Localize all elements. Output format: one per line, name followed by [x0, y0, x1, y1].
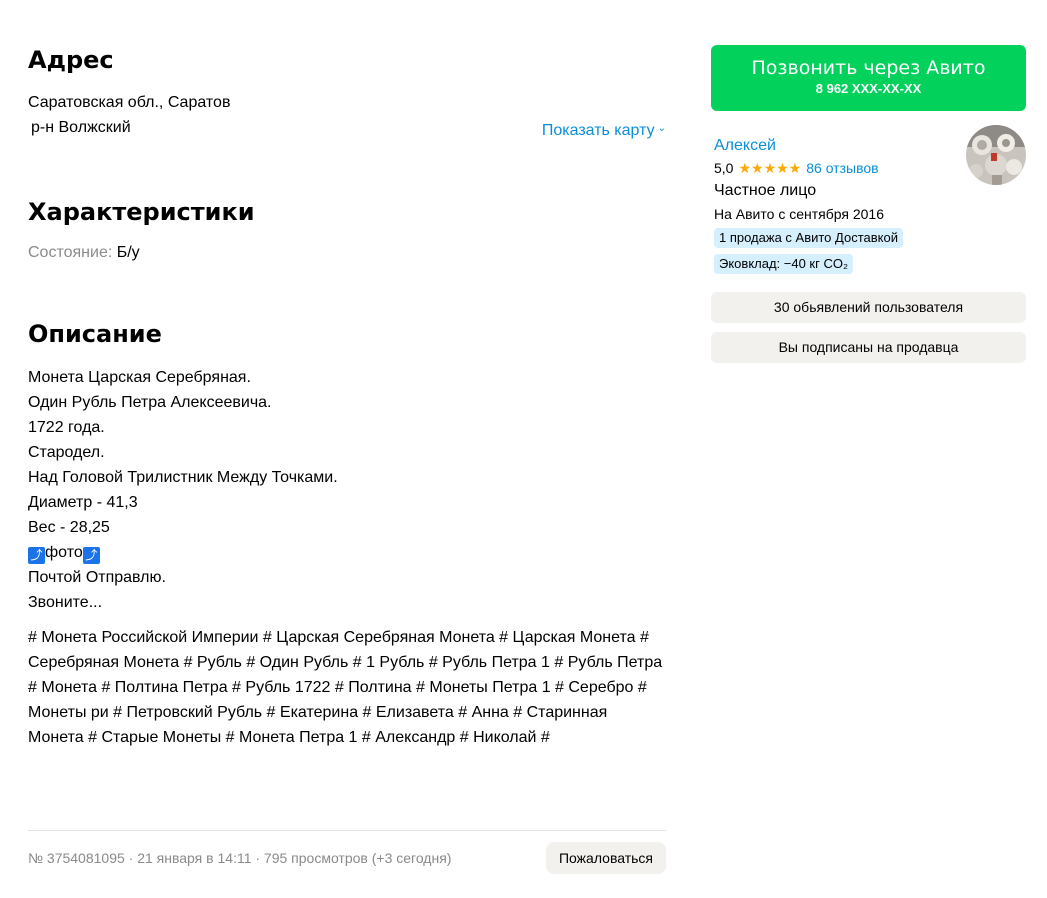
delivery-badge: 1 продажа с Авито Доставкой — [714, 228, 903, 248]
description-line: Диаметр - 41,3 — [28, 494, 138, 511]
characteristics-title: Характеристики — [28, 198, 255, 226]
seller-sidebar: Позвонить через Авито 8 962 XXX-XX-XX Ал… — [711, 45, 1026, 363]
description-line: Над Головой Трилистник Между Точками. — [28, 469, 338, 486]
description-line: Один Рубль Петра Алексеевича. — [28, 394, 272, 411]
seller-rating: 5,0 ★★★★★ 86 отзывов — [714, 158, 879, 178]
condition-row: Состояние: Б/у — [28, 243, 140, 263]
seller-since: На Авито с сентября 2016 — [714, 206, 884, 222]
call-button-phone: 8 962 XXX-XX-XX — [815, 81, 922, 96]
seller-listings-button[interactable]: 30 обьявлений пользователя — [711, 292, 1026, 323]
description-line: Монета Царская Серебряная. — [28, 369, 251, 386]
show-map-link[interactable]: Показать карту ⌄ — [542, 121, 666, 141]
condition-label: Состояние: — [28, 244, 113, 261]
description-tags: # Монета Российской Империи # Царская Се… — [28, 629, 663, 746]
address-title: Адрес — [28, 46, 114, 74]
seller-card: Алексей 5,0 ★★★★★ 86 отзывов Частное лиц… — [711, 125, 1026, 286]
description-body: Монета Царская Серебряная. Один Рубль Пе… — [28, 365, 666, 615]
chevron-down-icon: ⌄ — [657, 123, 666, 134]
seller-type: Частное лицо — [714, 182, 817, 199]
seller-name-link[interactable]: Алексей — [714, 136, 776, 156]
call-button[interactable]: Позвонить через Авито 8 962 XXX-XX-XX — [711, 45, 1026, 111]
address-line-district: р-н Волжский — [31, 119, 131, 136]
description-line: Звоните... — [28, 594, 103, 611]
description-title: Описание — [28, 320, 162, 348]
description-line: Вес - 28,25 — [28, 519, 110, 536]
star-rating-icon: ★★★★★ — [738, 160, 802, 176]
arrow-up-icon: ⤴ — [82, 547, 100, 564]
reviews-link[interactable]: 86 отзывов — [806, 158, 878, 178]
listing-meta: № 3754081095 · 21 января в 14:11 · 795 п… — [28, 850, 452, 866]
description-line-photo: ⤴ фото ⤴ — [28, 540, 666, 565]
report-button[interactable]: Пожаловаться — [545, 842, 666, 874]
rating-value: 5,0 — [714, 160, 734, 176]
condition-value: Б/у — [116, 244, 140, 261]
subscribed-button[interactable]: Вы подписаны на продавца — [711, 332, 1026, 363]
call-button-label: Позвонить через Авито — [751, 57, 986, 79]
arrow-up-icon: ⤴ — [28, 547, 45, 564]
divider — [28, 830, 666, 831]
photo-text: фото — [45, 544, 83, 561]
address-line-region: Саратовская обл., Саратов — [28, 94, 231, 111]
show-map-label: Показать карту — [541, 122, 655, 139]
avatar[interactable] — [966, 125, 1026, 185]
eco-badge: Эковклад: −40 кг CO₂ — [714, 254, 854, 274]
description-line: Стародел. — [28, 444, 105, 461]
description-line: 1722 года. — [28, 419, 105, 436]
description-line: Почтой Отправлю. — [28, 569, 166, 586]
